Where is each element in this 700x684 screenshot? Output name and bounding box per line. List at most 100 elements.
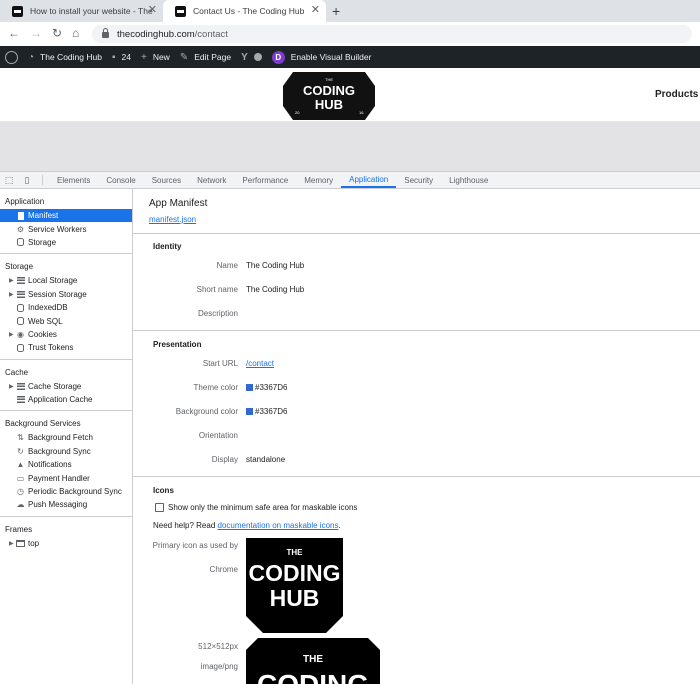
sidebar-section-title: Application — [5, 197, 45, 206]
devtools-tab-security[interactable]: Security — [396, 172, 441, 188]
devtools-tab-lighthouse[interactable]: Lighthouse — [441, 172, 496, 188]
reload-icon[interactable]: ↻ — [52, 26, 62, 40]
cloud-icon: ☁ — [16, 500, 25, 510]
background-color-hex: #3367D6 — [255, 407, 288, 416]
address-bar: ← → ↻ ⌂ thecodinghub.com/contact — [0, 22, 700, 46]
site-name-menu[interactable]: ◔ The Coding Hub — [28, 52, 102, 63]
grid-icon — [16, 276, 25, 285]
sidebar-item-cookies[interactable]: ▶ ◉ Cookies — [0, 328, 132, 341]
app-icon-large-preview: THE CODING — [246, 638, 380, 684]
tab-title: How to install your website - The — [30, 6, 153, 16]
app-icon-preview: THE CODING HUB — [246, 538, 343, 633]
yoast-menu[interactable]: Y — [241, 52, 262, 63]
wordpress-logo-icon[interactable] — [5, 50, 18, 64]
page-hero-band — [0, 122, 700, 171]
site-logo[interactable]: THE CODING HUB 20 16 — [283, 72, 375, 120]
card-icon: ▭ — [16, 473, 25, 483]
devtools-tabbar: ⬚ ▯ Elements Console Sources Network Per… — [0, 171, 700, 189]
field-label-display: Display — [211, 455, 238, 464]
nav-products-link[interactable]: Products — [655, 89, 698, 100]
gear-icon: ⚙ — [16, 224, 25, 234]
field-label-start-url: Start URL — [202, 359, 238, 368]
sidebar-item-frame-top[interactable]: ▶ top — [0, 537, 132, 550]
sidebar-item-service-workers[interactable]: ⚙ Service Workers — [0, 222, 132, 235]
sidebar-item-payment-handler[interactable]: ▭ Payment Handler — [0, 471, 132, 484]
sidebar-item-web-sql[interactable]: Web SQL — [0, 314, 132, 327]
icon-mime: image/png — [200, 662, 238, 671]
svg-text:THE: THE — [303, 654, 323, 665]
primary-icon-label: Primary icon as used by Chrome — [152, 541, 238, 574]
expand-arrow-icon[interactable]: ▶ — [9, 291, 14, 298]
field-value-display: standalone — [246, 455, 286, 464]
section-title-icons: Icons — [153, 486, 174, 495]
wp-admin-bar: ◔ The Coding Hub ▪ 24 + New ✎ Edit Page … — [0, 46, 700, 68]
maskable-safe-area-checkbox[interactable] — [155, 503, 164, 512]
start-url-link[interactable]: /contact — [246, 359, 274, 368]
sidebar-item-periodic-background-sync[interactable]: ◷ Periodic Background Sync — [0, 485, 132, 498]
devtools-tab-memory[interactable]: Memory — [296, 172, 341, 188]
sidebar-section-background-services: Background Services ⇅ Background Fetch ↻… — [0, 411, 132, 517]
devtools-tab-elements[interactable]: Elements — [49, 172, 98, 188]
devtools-tab-performance[interactable]: Performance — [234, 172, 296, 188]
expand-arrow-icon[interactable]: ▶ — [9, 383, 14, 390]
sidebar-item-session-storage[interactable]: ▶ Session Storage — [0, 288, 132, 301]
color-swatch[interactable] — [246, 384, 253, 391]
url-input[interactable]: thecodinghub.com/contact — [92, 25, 692, 43]
expand-arrow-icon[interactable]: ▶ — [9, 277, 14, 284]
dashboard-icon: ◔ — [28, 51, 35, 63]
devtools-tab-application[interactable]: Application — [341, 172, 397, 188]
svg-text:HUB: HUB — [270, 585, 320, 611]
new-content-menu[interactable]: + New — [141, 52, 170, 63]
field-value-background-color: #3367D6 — [246, 407, 287, 416]
section-divider — [133, 233, 700, 234]
sidebar-item-manifest[interactable]: Manifest — [0, 209, 132, 223]
section-title-presentation: Presentation — [153, 340, 202, 349]
visual-builder-link[interactable]: D Enable Visual Builder — [271, 50, 372, 64]
close-tab-icon[interactable]: ✕ — [148, 5, 157, 16]
database-icon — [16, 343, 25, 352]
close-tab-icon[interactable]: ✕ — [311, 5, 320, 16]
comments-menu[interactable]: ▪ 24 — [112, 52, 131, 63]
forward-arrow-icon[interactable]: → — [30, 26, 42, 40]
database-icon — [16, 317, 25, 326]
inspect-element-icon[interactable]: ⬚ — [0, 172, 18, 188]
divi-logo-icon: D — [271, 50, 285, 64]
sidebar-section-title: Cache — [5, 367, 29, 377]
visual-builder-label: Enable Visual Builder — [290, 52, 372, 62]
sidebar-item-application-cache[interactable]: Application Cache — [0, 393, 132, 406]
sidebar-item-local-storage[interactable]: ▶ Local Storage — [0, 274, 132, 287]
devtools-tab-sources[interactable]: Sources — [144, 172, 189, 188]
sidebar-item-cache-storage[interactable]: ▶ Cache Storage — [0, 380, 132, 393]
sidebar-section-frames: Frames ▶ top — [0, 517, 132, 554]
devtools-tab-network[interactable]: Network — [189, 172, 234, 188]
icon-meta-label: 512×512px image/png — [149, 640, 238, 674]
site-favicon-icon — [12, 5, 23, 17]
field-label-short-name: Short name — [196, 285, 238, 294]
field-label-theme-color: Theme color — [193, 383, 238, 392]
sidebar-item-storage[interactable]: Storage — [0, 236, 132, 249]
edit-page-link[interactable]: ✎ Edit Page — [180, 52, 231, 63]
sidebar-item-notifications[interactable]: ▲ Notifications — [0, 458, 132, 471]
browser-tab-strip: How to install your website - The ✕ Cont… — [0, 0, 700, 22]
maskable-docs-link[interactable]: documentation on maskable icons — [218, 521, 339, 530]
manifest-json-link[interactable]: manifest.json — [149, 215, 196, 224]
home-icon[interactable]: ⌂ — [72, 26, 79, 40]
sidebar-item-push-messaging[interactable]: ☁ Push Messaging — [0, 498, 132, 511]
expand-arrow-icon[interactable]: ▶ — [9, 540, 14, 547]
device-toolbar-icon[interactable]: ▯ — [18, 172, 36, 188]
back-arrow-icon[interactable]: ← — [8, 26, 20, 40]
sidebar-item-indexeddb[interactable]: IndexedDB — [0, 301, 132, 314]
tab-title: Contact Us - The Coding Hub — [193, 6, 305, 16]
new-tab-button[interactable]: + — [332, 3, 340, 19]
browser-tab[interactable]: How to install your website - The ✕ — [0, 0, 163, 22]
color-swatch[interactable] — [246, 408, 253, 415]
sidebar-item-background-sync[interactable]: ↻ Background Sync — [0, 445, 132, 458]
field-value-name: The Coding Hub — [246, 261, 305, 270]
sidebar-section-title: Storage — [5, 262, 34, 272]
browser-tab-active[interactable]: Contact Us - The Coding Hub ✕ — [163, 0, 326, 22]
database-icon — [16, 303, 25, 312]
expand-arrow-icon[interactable]: ▶ — [9, 331, 14, 338]
sidebar-item-background-fetch[interactable]: ⇅ Background Fetch — [0, 431, 132, 444]
devtools-tab-console[interactable]: Console — [98, 172, 143, 188]
sidebar-item-trust-tokens[interactable]: Trust Tokens — [0, 341, 132, 354]
